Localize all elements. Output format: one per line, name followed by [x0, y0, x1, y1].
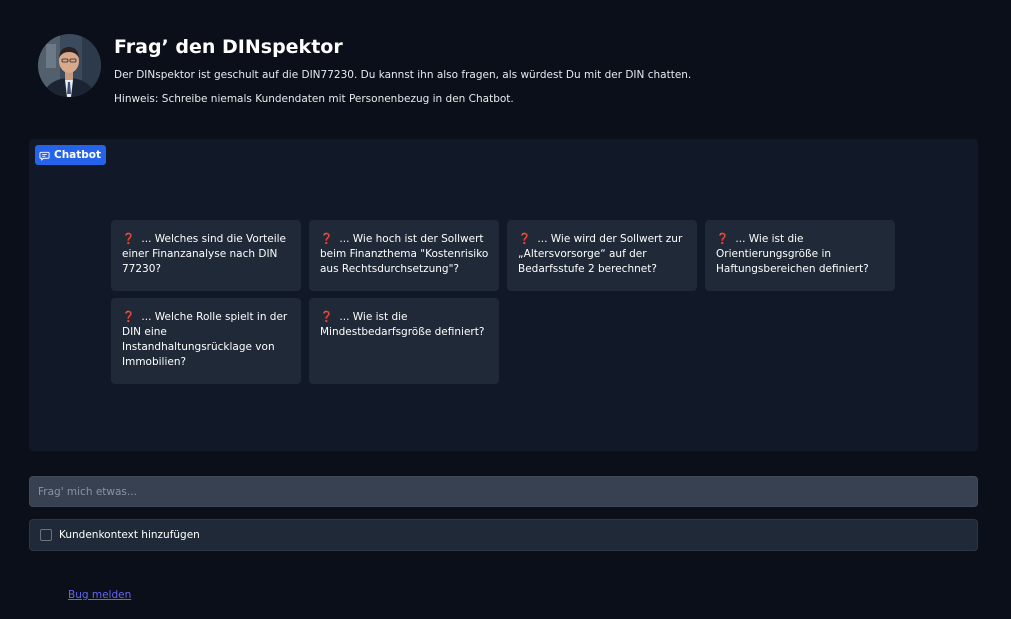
example-question-3[interactable]: ❓ ... Wie wird der Sollwert zur „Altersv…: [507, 220, 697, 291]
customer-context-label[interactable]: Kundenkontext hinzufügen: [59, 529, 200, 541]
customer-context-option[interactable]: Kundenkontext hinzufügen: [29, 519, 978, 551]
question-mark-icon: ❓: [716, 233, 730, 245]
chatbot-label: Chatbot: [54, 149, 102, 161]
example-questions: ❓ ... Welches sind die Vorteile einer Fi…: [111, 220, 911, 384]
question-mark-icon: ❓: [518, 233, 532, 245]
customer-context-checkbox[interactable]: [40, 529, 52, 541]
question-mark-icon: ❓: [122, 233, 136, 245]
example-question-text: ... Wie wird der Sollwert zur „Altersvor…: [518, 233, 683, 275]
question-mark-icon: ❓: [122, 311, 136, 323]
report-bug-link[interactable]: Bug melden: [68, 589, 131, 601]
example-question-text: ... Welches sind die Vorteile einer Fina…: [122, 233, 287, 275]
avatar-image: [38, 34, 101, 97]
example-question-text: ... Wie ist die Mindestbedarfsgröße defi…: [320, 311, 485, 338]
chatbot-label-badge: Chatbot: [35, 145, 107, 165]
example-question-text: ... Welche Rolle spielt in der DIN eine …: [122, 311, 288, 368]
privacy-hint: Hinweis: Schreibe niemals Kundendaten mi…: [114, 93, 514, 105]
example-question-4[interactable]: ❓ ... Wie ist die Orientierungsgröße in …: [705, 220, 895, 291]
header: Frag’ den DINspektor Der DINspektor ist …: [38, 34, 978, 114]
chat-bubble-icon: [39, 151, 50, 161]
page-title: Frag’ den DINspektor: [114, 36, 343, 58]
example-question-2[interactable]: ❓ ... Wie hoch ist der Sollwert beim Fin…: [309, 220, 499, 291]
page: Frag’ den DINspektor Der DINspektor ist …: [0, 0, 1011, 619]
example-question-5[interactable]: ❓ ... Welche Rolle spielt in der DIN ein…: [111, 298, 301, 384]
chatbot-panel: Chatbot ❓ ... Welches sind die Vorteile …: [29, 139, 978, 451]
example-question-text: ... Wie ist die Orientierungsgröße in Ha…: [716, 233, 869, 275]
example-question-1[interactable]: ❓ ... Welches sind die Vorteile einer Fi…: [111, 220, 301, 291]
avatar: [38, 34, 101, 97]
page-description: Der DINspektor ist geschult auf die DIN7…: [114, 69, 692, 81]
chat-input[interactable]: [30, 477, 977, 506]
question-mark-icon: ❓: [320, 233, 334, 245]
example-question-6[interactable]: ❓ ... Wie ist die Mindestbedarfsgröße de…: [309, 298, 499, 384]
example-question-text: ... Wie hoch ist der Sollwert beim Finan…: [320, 233, 489, 275]
question-mark-icon: ❓: [320, 311, 334, 323]
chat-input-container: [29, 476, 978, 507]
